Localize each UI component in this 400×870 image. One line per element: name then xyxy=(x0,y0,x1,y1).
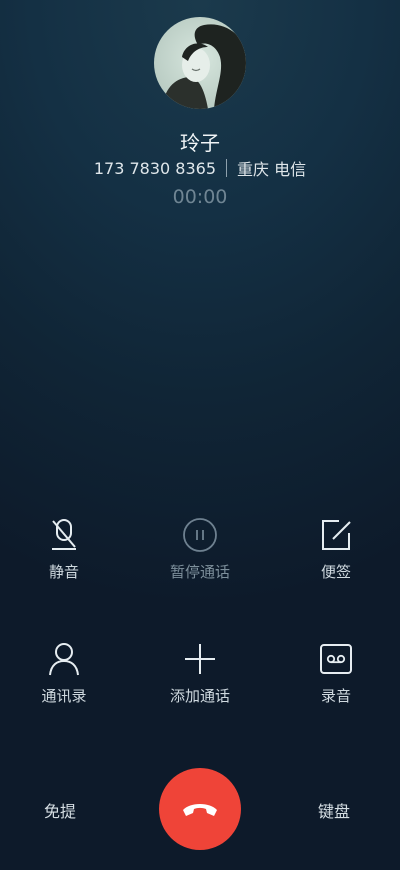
call-timer: 00:00 xyxy=(172,186,228,208)
contacts-button[interactable]: 通讯录 xyxy=(4,641,124,706)
plus-icon xyxy=(185,644,215,674)
caller-info: 173 7830 8365 重庆 电信 xyxy=(0,156,400,180)
caller-name: 玲子 xyxy=(180,131,220,155)
notes-label: 便签 xyxy=(320,563,351,581)
contacts-label: 通讯录 xyxy=(41,687,87,705)
voicemail-icon xyxy=(320,644,352,674)
hang-up-phone-icon xyxy=(183,804,217,816)
speaker-button[interactable]: 免提 xyxy=(44,798,76,822)
pause-icon xyxy=(183,518,217,552)
notes-button[interactable]: 便签 xyxy=(276,517,396,582)
keypad-button[interactable]: 键盘 xyxy=(318,798,350,822)
caller-avatar xyxy=(154,17,246,109)
hold-button[interactable]: 暂停通话 xyxy=(140,517,260,582)
person-icon xyxy=(49,643,79,676)
add-call-label: 添加通话 xyxy=(169,687,230,705)
note-edit-icon xyxy=(322,520,351,550)
caller-location: 重庆 电信 xyxy=(237,160,307,179)
add-call-button[interactable]: 添加通话 xyxy=(140,641,260,706)
end-call-button[interactable] xyxy=(159,768,241,850)
record-button[interactable]: 录音 xyxy=(276,641,396,706)
mute-label: 静音 xyxy=(48,563,79,581)
info-divider xyxy=(226,159,228,177)
hold-label: 暂停通话 xyxy=(169,563,230,581)
record-label: 录音 xyxy=(320,687,351,705)
caller-number: 173 7830 8365 xyxy=(93,158,217,178)
mute-button[interactable]: 静音 xyxy=(4,517,124,582)
mic-off-icon xyxy=(52,519,76,550)
